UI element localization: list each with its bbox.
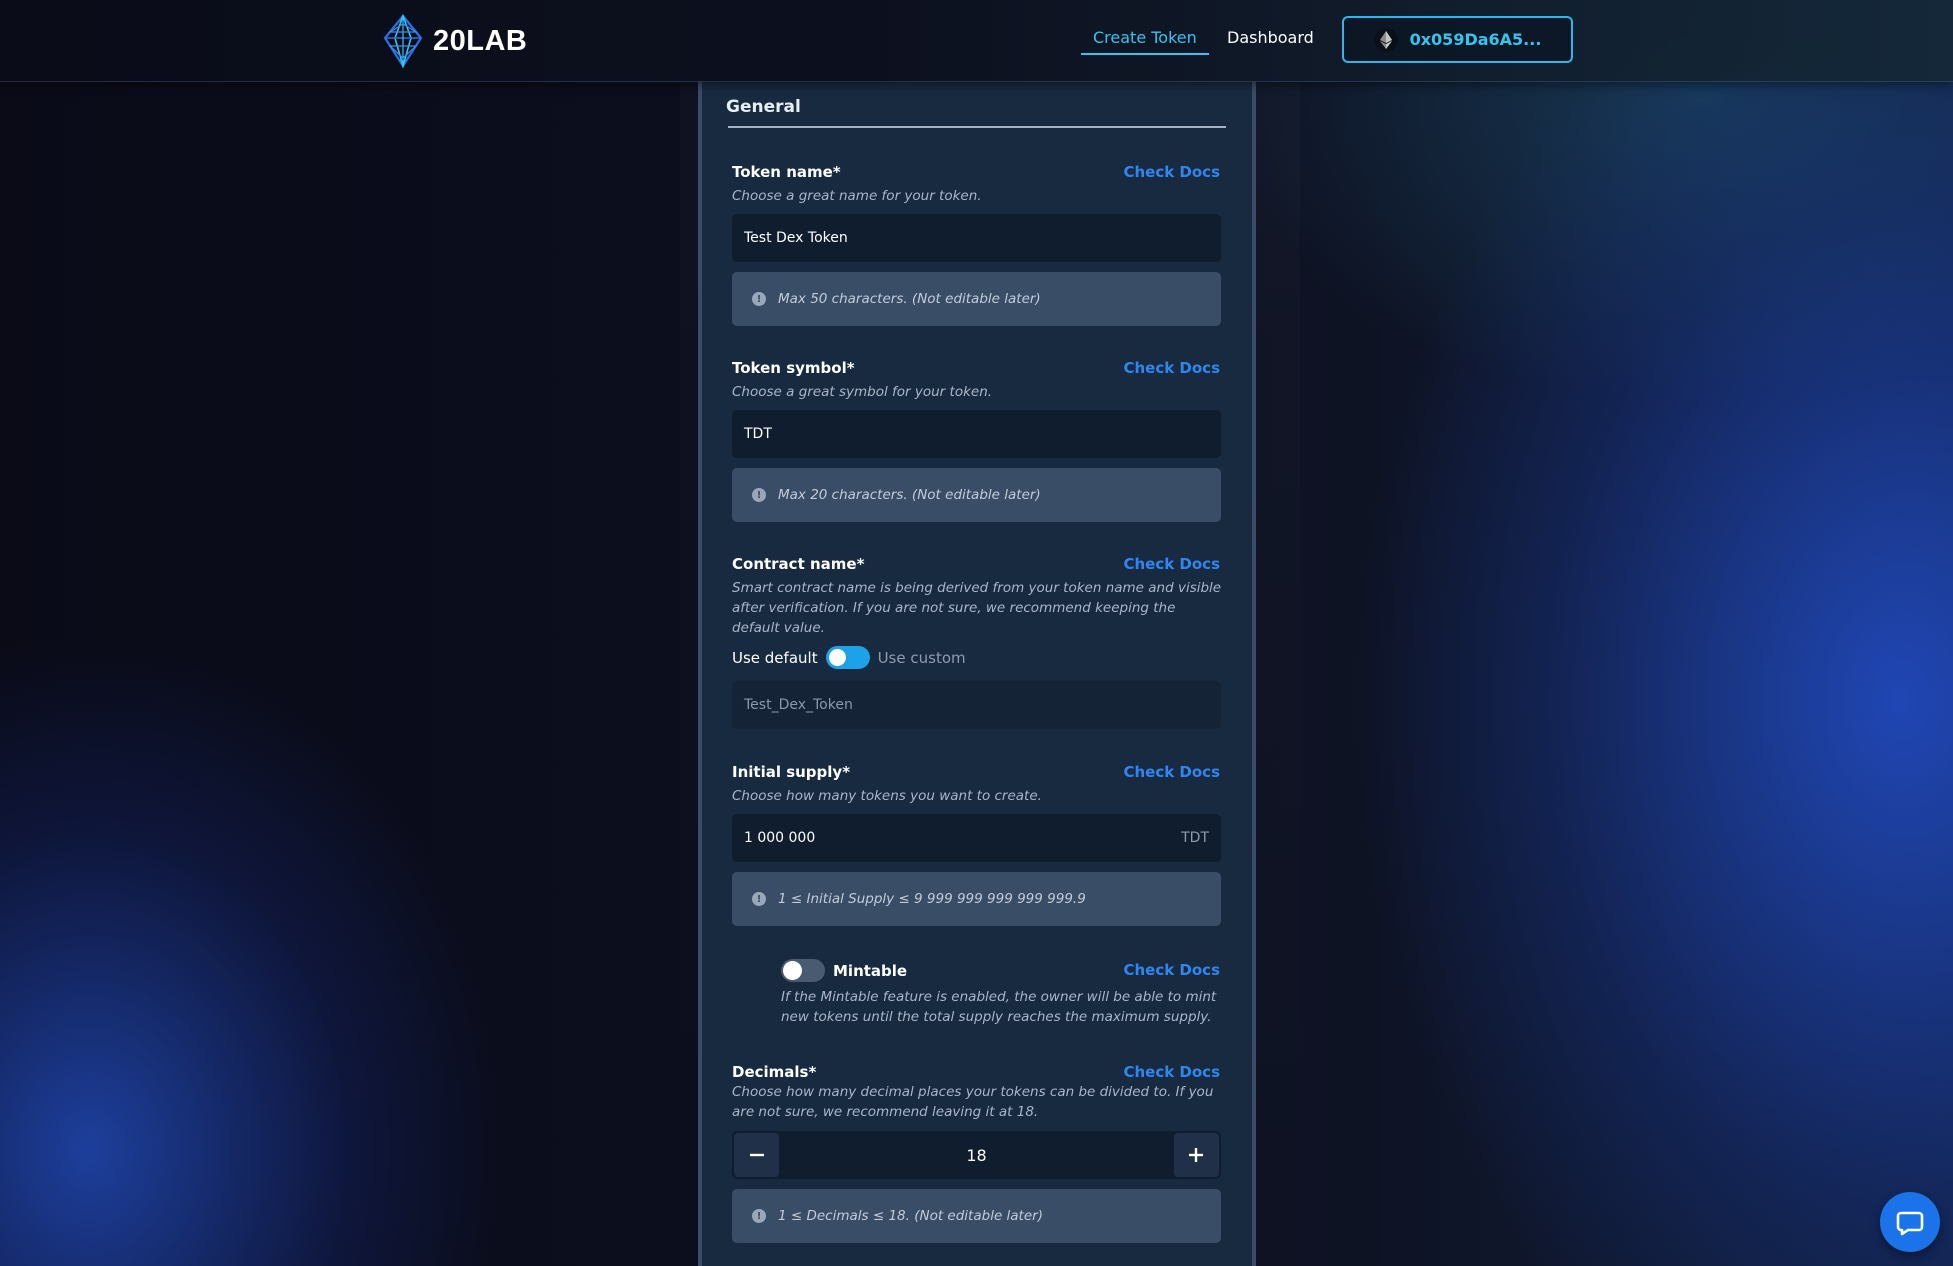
token-symbol-check-docs-link[interactable]: Check Docs xyxy=(1123,359,1220,377)
initial-supply-suffix: TDT xyxy=(1181,830,1209,846)
contract-name-helper: Smart contract name is being derived fro… xyxy=(732,580,1222,636)
token-symbol-value: TDT xyxy=(744,426,772,442)
decimals-stepper: 18 xyxy=(732,1131,1221,1179)
token-symbol-info: ! Max 20 characters. (Not editable later… xyxy=(732,468,1221,522)
mintable-check-docs-link[interactable]: Check Docs xyxy=(1123,961,1220,979)
brand-logo[interactable]: 20LAB xyxy=(381,14,527,68)
contract-name-check-docs-link[interactable]: Check Docs xyxy=(1123,555,1220,573)
token-symbol-info-text: Max 20 characters. (Not editable later) xyxy=(778,487,1041,503)
decrement-button[interactable] xyxy=(734,1133,779,1177)
token-name-helper: Choose a great name for your token. xyxy=(732,188,982,204)
initial-supply-label: Initial supply* xyxy=(732,763,851,781)
initial-supply-helper: Choose how many tokens you want to creat… xyxy=(732,788,1042,804)
initial-supply-input[interactable]: 1 000 000 TDT xyxy=(732,814,1221,862)
initial-supply-value: 1 000 000 xyxy=(744,830,816,846)
initial-supply-check-docs-link[interactable]: Check Docs xyxy=(1123,763,1220,781)
decimals-check-docs-link[interactable]: Check Docs xyxy=(1123,1063,1220,1081)
decimals-label: Decimals* xyxy=(732,1063,817,1081)
contract-name-label: Contract name* xyxy=(732,555,865,573)
mintable-helper: If the Mintable feature is enabled, the … xyxy=(781,989,1217,1025)
decimals-value[interactable]: 18 xyxy=(966,1146,986,1165)
diamond-logo-icon xyxy=(383,14,423,68)
ethereum-icon xyxy=(1373,27,1398,52)
token-name-info-text: Max 50 characters. (Not editable later) xyxy=(778,291,1041,307)
top-navbar: 20LAB Create Token Dashboard 0x059Da6A5.… xyxy=(0,0,1953,82)
wallet-button[interactable]: 0x059Da6A5... xyxy=(1342,16,1573,63)
decimals-helper: Choose how many decimal places your toke… xyxy=(732,1084,1214,1120)
token-symbol-label: Token symbol* xyxy=(732,359,855,377)
token-name-value: Test Dex Token xyxy=(744,230,848,246)
token-name-label: Token name* xyxy=(732,163,841,181)
nav-dashboard[interactable]: Dashboard xyxy=(1227,28,1314,47)
token-name-check-docs-link[interactable]: Check Docs xyxy=(1123,163,1220,181)
mintable-row: Mintable xyxy=(781,959,907,982)
use-default-label: Use default xyxy=(732,648,818,667)
nav-create-token[interactable]: Create Token xyxy=(1081,28,1209,55)
wallet-address: 0x059Da6A5... xyxy=(1409,30,1542,49)
token-symbol-input[interactable]: TDT xyxy=(732,410,1221,458)
info-circle-icon: ! xyxy=(752,1209,766,1223)
decimals-info: ! 1 ≤ Decimals ≤ 18. (Not editable later… xyxy=(732,1189,1221,1243)
token-symbol-helper: Choose a great symbol for your token. xyxy=(732,384,993,400)
chat-support-icon xyxy=(1896,1211,1924,1236)
use-custom-label: Use custom xyxy=(877,648,966,667)
mintable-toggle[interactable] xyxy=(781,959,825,982)
increment-button[interactable] xyxy=(1173,1133,1219,1177)
contract-name-toggle[interactable] xyxy=(825,646,870,669)
token-name-info: ! Max 50 characters. (Not editable later… xyxy=(732,272,1221,326)
contract-name-input[interactable]: Test_Dex_Token xyxy=(732,681,1221,729)
chat-support-button[interactable] xyxy=(1880,1192,1940,1252)
info-circle-icon: ! xyxy=(752,488,766,502)
minus-icon xyxy=(749,1153,764,1157)
mintable-label: Mintable xyxy=(833,961,908,980)
initial-supply-info-text: 1 ≤ Initial Supply ≤ 9 999 999 999 999 9… xyxy=(778,891,1086,907)
logo-text: 20LAB xyxy=(433,24,528,57)
info-circle-icon: ! xyxy=(752,892,766,906)
info-circle-icon: ! xyxy=(752,292,766,306)
initial-supply-info: ! 1 ≤ Initial Supply ≤ 9 999 999 999 999… xyxy=(732,872,1221,926)
section-title-general: General xyxy=(726,97,801,117)
token-name-input[interactable]: Test Dex Token xyxy=(732,214,1221,262)
decimals-info-text: 1 ≤ Decimals ≤ 18. (Not editable later) xyxy=(778,1208,1043,1224)
contract-name-toggle-row: Use default Use custom xyxy=(732,646,966,669)
plus-icon xyxy=(1189,1148,1204,1162)
contract-name-value: Test_Dex_Token xyxy=(744,697,853,713)
section-divider xyxy=(728,126,1226,128)
